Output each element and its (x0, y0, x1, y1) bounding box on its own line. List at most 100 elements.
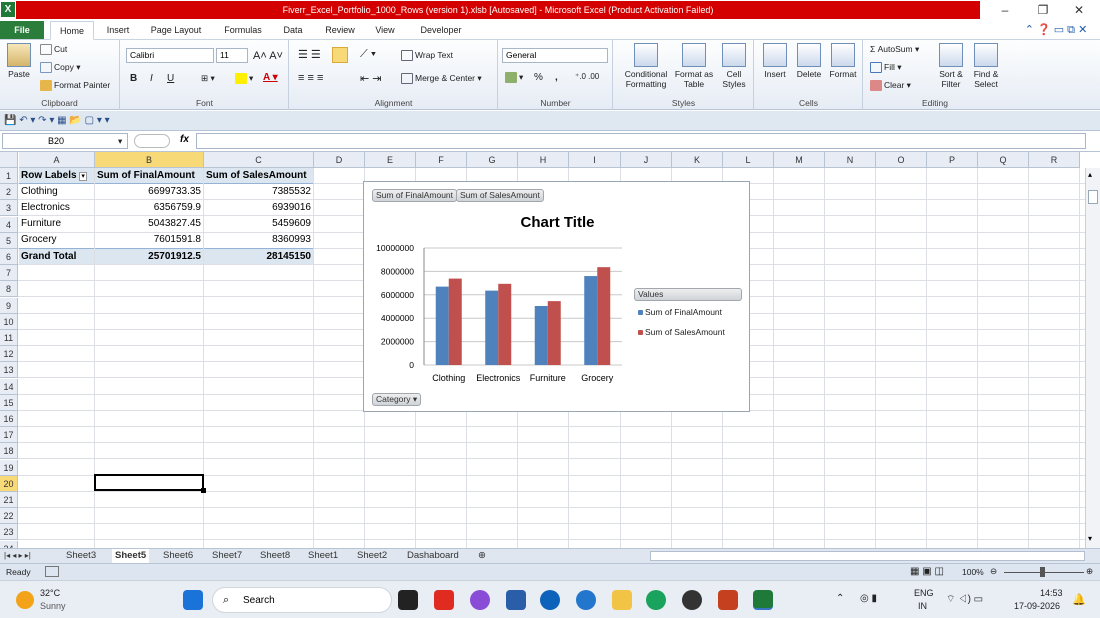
x-tick-label[interactable]: Clothing (432, 373, 465, 383)
filter-dropdown-icon[interactable]: ▾ (79, 172, 87, 181)
scroll-thumb[interactable] (1088, 190, 1098, 204)
name-box[interactable]: B20 (2, 133, 128, 149)
row-header[interactable]: 17 (0, 427, 18, 444)
formula-cancel-icon[interactable] (134, 134, 170, 148)
clock-date[interactable]: 17-09-2026 (1014, 601, 1060, 611)
fill-button[interactable]: Fill ▾ (870, 62, 902, 74)
row-header[interactable]: 12 (0, 346, 18, 363)
paste-button[interactable]: Paste (4, 43, 34, 79)
font-name-select[interactable]: Calibri (126, 48, 214, 63)
italic-button[interactable]: I (150, 73, 153, 84)
restore-icon[interactable]: ❐ (1028, 2, 1058, 18)
region-indicator[interactable]: IN (918, 601, 927, 611)
macro-record-icon[interactable] (45, 566, 59, 577)
selected-cell[interactable] (94, 474, 204, 491)
bar[interactable] (448, 278, 462, 365)
column-header[interactable]: G (467, 152, 518, 168)
row-header[interactable]: 2 (0, 184, 18, 201)
tab-insert[interactable]: Insert (100, 21, 136, 40)
pivot-header-sales[interactable]: Sum of SalesAmount (204, 168, 313, 184)
store-icon[interactable] (506, 590, 526, 610)
row-header[interactable]: 5 (0, 232, 18, 249)
bold-button[interactable]: B (130, 73, 137, 84)
bar[interactable] (584, 276, 598, 365)
column-header[interactable]: O (876, 152, 927, 168)
row-header[interactable]: 10 (0, 313, 18, 330)
tab-developer[interactable]: Developer (416, 21, 466, 40)
column-header[interactable]: F (416, 152, 467, 168)
align-left-icon[interactable]: ≡ ≡ ≡ (298, 72, 323, 84)
orientation-icon[interactable]: ⟋ ▾ (360, 48, 376, 61)
minimize-icon[interactable]: – (990, 2, 1020, 18)
column-header[interactable]: K (672, 152, 723, 168)
tab-data[interactable]: Data (278, 21, 308, 40)
formula-input[interactable] (196, 133, 1086, 149)
file-explorer-icon[interactable] (612, 590, 632, 610)
row-header[interactable]: 21 (0, 492, 18, 508)
sheet-tab[interactable]: Sheet3 (66, 549, 96, 563)
grow-font-icon[interactable]: A˄ A˅ (253, 50, 283, 62)
legend-values-button[interactable]: Values (634, 288, 742, 301)
edge-icon[interactable] (646, 590, 666, 610)
task-view-icon[interactable] (398, 590, 418, 610)
underline-button[interactable]: U (167, 73, 174, 84)
view-mode-icon[interactable]: ▦ ▣ ◫ (910, 566, 944, 577)
sheet-tab-active[interactable]: Sheet5 (112, 549, 150, 563)
tab-view[interactable]: View (370, 21, 400, 40)
column-header[interactable]: E (365, 152, 416, 168)
tray-app-icon[interactable]: ◎ ▮ (860, 593, 877, 604)
format-painter-button[interactable]: Format Painter (40, 80, 110, 92)
pivot-row-final[interactable]: 6356759.9 (95, 200, 203, 216)
pivot-row-final[interactable]: 6699733.35 (95, 184, 203, 200)
x-tick-label[interactable]: Furniture (530, 373, 566, 383)
legend-entry[interactable]: Sum of SalesAmount (638, 327, 725, 337)
insert-cells-button[interactable]: Insert (759, 43, 791, 79)
sheet-tab[interactable]: Dashaboard (407, 549, 459, 563)
y-tick-label[interactable]: 8000000 (381, 266, 414, 276)
select-all-corner[interactable] (0, 152, 18, 168)
save-icon[interactable]: 💾 ↶ ▾ ↷ ▾ ▦ 📂 ▢ ▾ ▾ (4, 115, 110, 126)
number-format-select[interactable]: General (502, 48, 608, 63)
help-icon[interactable]: ⌃ ❓ ▭ ⧉ ✕ (1016, 21, 1096, 40)
row-header[interactable]: 24 (0, 540, 18, 548)
weather-desc[interactable]: Sunny (40, 601, 66, 611)
clock-time[interactable]: 14:53 (1040, 588, 1063, 598)
percent-button[interactable]: % (534, 72, 543, 83)
row-header[interactable]: 22 (0, 508, 18, 525)
column-header[interactable]: A (19, 152, 95, 168)
y-tick-label[interactable]: 10000000 (376, 243, 414, 253)
pivot-chart[interactable]: Sum of FinalAmount Sum of SalesAmount Ch… (363, 181, 750, 412)
column-header[interactable]: I (569, 152, 621, 168)
fill-color-icon[interactable]: ▾ (235, 73, 253, 85)
legend-entry[interactable]: Sum of FinalAmount (638, 307, 722, 317)
bar[interactable] (485, 290, 499, 365)
autosum-button[interactable]: Σ AutoSum ▾ (870, 44, 919, 55)
sheet-tab[interactable]: Sheet8 (260, 549, 290, 563)
decimal-icon[interactable]: ⁺.0 .00 (575, 72, 599, 81)
column-header[interactable]: R (1029, 152, 1080, 168)
pivot-total-label[interactable]: Grand Total (19, 248, 94, 264)
column-header[interactable]: B (95, 152, 204, 168)
cut-button[interactable]: Cut (40, 44, 67, 56)
column-header[interactable]: L (723, 152, 774, 168)
row-header[interactable]: 6 (0, 249, 18, 265)
powerpoint-icon[interactable] (718, 590, 738, 610)
horizontal-scrollbar[interactable] (650, 551, 1085, 561)
row-header[interactable]: 19 (0, 459, 18, 476)
pivot-header-row-labels[interactable]: Row Labels ▾ (19, 168, 94, 184)
row-header[interactable]: 11 (0, 330, 18, 346)
row-header[interactable]: 7 (0, 265, 18, 282)
row-header[interactable]: 20 (0, 475, 18, 492)
x-tick-label[interactable]: Electronics (476, 373, 521, 383)
pivot-row-sales[interactable]: 6939016 (204, 200, 313, 216)
row-header[interactable]: 3 (0, 200, 18, 217)
bar[interactable] (534, 305, 548, 365)
sheet-tab[interactable]: Sheet7 (212, 549, 242, 563)
clear-button[interactable]: Clear ▾ (870, 80, 911, 92)
chart-axis-field-button[interactable]: Category ▾ (372, 393, 422, 406)
pivot-row-final[interactable]: 7601591.8 (95, 232, 203, 248)
delete-cells-button[interactable]: Delete (793, 43, 825, 79)
weather-temp[interactable]: 32°C (40, 588, 60, 598)
pivot-header-final[interactable]: Sum of FinalAmount (95, 168, 203, 184)
column-header[interactable]: D (314, 152, 365, 168)
